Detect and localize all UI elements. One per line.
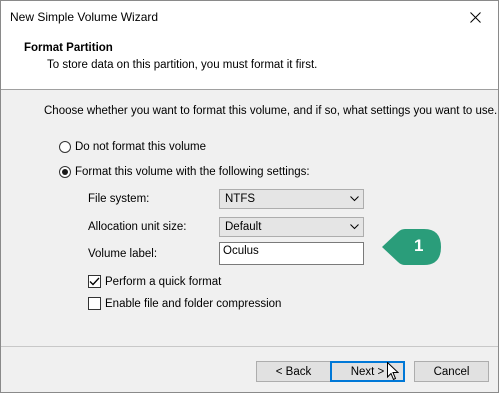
radio-do-not-format[interactable]: Do not format this volume [59,141,206,153]
checkmark-icon [89,277,100,286]
callout-number: 1 [414,236,424,255]
page-subtitle: To store data on this partition, you mus… [47,59,318,71]
radio-button-checked[interactable] [59,166,71,178]
radio-label: Do not format this volume [75,141,207,153]
volume-label-label: Volume label: [88,248,158,260]
cancel-button[interactable]: Cancel [414,361,489,382]
instruction-text: Choose whether you want to format this v… [44,105,498,117]
radio-button-unchecked[interactable] [59,141,71,153]
close-button[interactable] [452,1,498,33]
compression-checkbox[interactable] [88,297,101,310]
radio-format-volume[interactable]: Format this volume with the following se… [59,166,310,178]
close-icon [469,11,481,23]
wizard-header: Format Partition To store data on this p… [1,33,498,90]
chevron-down-icon [345,196,363,202]
allocation-unit-select[interactable]: Default [219,217,364,237]
page-title: Format Partition [24,42,113,54]
wizard-window: New Simple Volume Wizard Format Partitio… [0,0,499,393]
back-button[interactable]: < Back [256,361,331,382]
quick-format-label: Perform a quick format [105,275,222,288]
mouse-cursor-icon [387,362,399,381]
file-system-label: File system: [88,193,150,205]
quick-format-checkbox[interactable] [88,275,101,288]
radio-label: Format this volume with the following se… [75,166,310,178]
compression-option[interactable]: Enable file and folder compression [88,297,281,310]
window-title: New Simple Volume Wizard [10,10,159,24]
file-system-select[interactable]: NTFS [219,189,364,209]
file-system-value: NTFS [225,193,256,205]
allocation-unit-value: Default [225,221,262,233]
chevron-down-icon [345,224,363,230]
allocation-unit-label: Allocation unit size: [88,221,187,233]
callout-badge [382,229,441,265]
volume-label-input[interactable]: Oculus [219,242,364,265]
compression-label: Enable file and folder compression [105,297,282,310]
title-bar: New Simple Volume Wizard [1,1,498,33]
wizard-content: Choose whether you want to format this v… [1,90,498,346]
wizard-footer: < Back Next > Cancel [1,347,498,392]
quick-format-option[interactable]: Perform a quick format [88,275,221,288]
